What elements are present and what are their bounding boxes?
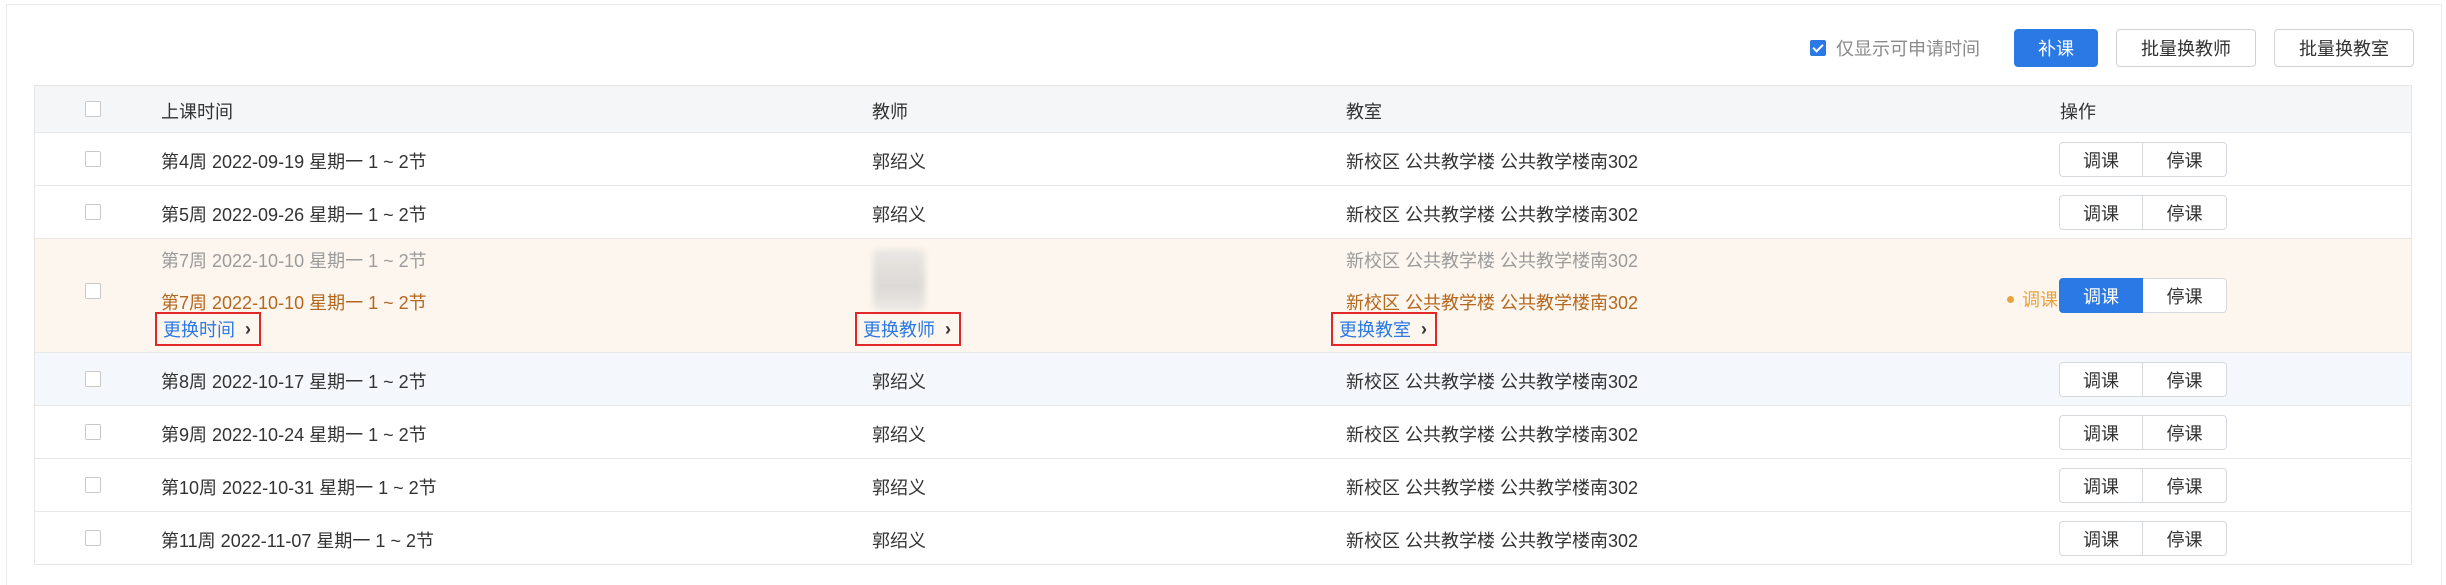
stop-class-button[interactable]: 停课 [2143, 278, 2227, 313]
adjust-class-button[interactable]: 调课 [2059, 468, 2143, 503]
row-teacher: 郭绍义 [872, 425, 926, 445]
makeup-class-button[interactable]: 补课 [2014, 29, 2098, 67]
table-row: 第5周 2022-09-26 星期一 1 ~ 2节 郭绍义 新校区 公共教学楼 … [35, 185, 2411, 238]
row-room: 新校区 公共教学楼 公共教学楼南302 [1346, 425, 1639, 445]
stop-class-button[interactable]: 停课 [2143, 521, 2227, 556]
row-checkbox[interactable] [85, 283, 101, 299]
row-actions: 调课 停课 [2059, 195, 2227, 230]
row-teacher: 郭绍义 [872, 531, 926, 551]
change-time-link[interactable]: 更换时间 › [155, 312, 261, 346]
table-row: 第9周 2022-10-24 星期一 1 ~ 2节 郭绍义 新校区 公共教学楼 … [35, 405, 2411, 458]
stop-class-button[interactable]: 停课 [2143, 195, 2227, 230]
stop-class-button[interactable]: 停课 [2143, 415, 2227, 450]
row-time: 第10周 2022-10-31 星期一 1 ~ 2节 [161, 478, 437, 498]
table-row: 第10周 2022-10-31 星期一 1 ~ 2节 郭绍义 新校区 公共教学楼… [35, 458, 2411, 511]
stop-class-button[interactable]: 停课 [2143, 362, 2227, 397]
select-all-checkbox[interactable] [85, 101, 101, 117]
batch-change-teacher-button[interactable]: 批量换教师 [2116, 29, 2256, 67]
row-room: 新校区 公共教学楼 公共教学楼南302 [1346, 152, 1639, 172]
row-room: 新校区 公共教学楼 公共教学楼南302 [1346, 205, 1639, 225]
row-room: 新校区 公共教学楼 公共教学楼南302 [1346, 478, 1639, 498]
table-row: 第8周 2022-10-17 星期一 1 ~ 2节 郭绍义 新校区 公共教学楼 … [35, 352, 2411, 405]
row-teacher: 郭绍义 [872, 205, 926, 225]
status-badge: 调课 [2007, 286, 2058, 312]
status-dot-icon [2007, 295, 2014, 303]
row-time: 第4周 2022-09-19 星期一 1 ~ 2节 [161, 152, 427, 172]
row-time: 第5周 2022-09-26 星期一 1 ~ 2节 [161, 205, 427, 225]
header-teacher: 教师 [872, 102, 908, 122]
row-checkbox[interactable] [85, 424, 101, 440]
header-room: 教室 [1346, 102, 1382, 122]
row-time: 第8周 2022-10-17 星期一 1 ~ 2节 [161, 372, 427, 392]
adjust-class-button[interactable]: 调课 [2059, 521, 2143, 556]
row-time: 第9周 2022-10-24 星期一 1 ~ 2节 [161, 425, 427, 445]
batch-change-room-button[interactable]: 批量换教室 [2274, 29, 2414, 67]
row-room: 新校区 公共教学楼 公共教学楼南302 [1346, 372, 1639, 392]
chevron-right-icon: › [1421, 318, 1427, 339]
row-teacher: 郭绍义 [872, 478, 926, 498]
header-operation: 操作 [2060, 102, 2096, 122]
adjusted-row: 第7周 2022-10-10 星期一 1 ~ 2节 第7周 2022-10-10… [35, 238, 2411, 352]
row-actions: 调课 停课 [2059, 468, 2227, 503]
row-actions: 调课 停课 [2059, 521, 2227, 556]
chevron-right-icon: › [945, 318, 951, 339]
adjust-class-button[interactable]: 调课 [2059, 142, 2143, 177]
only-applicable-toggle[interactable]: 仅显示可申请时间 [1810, 35, 1980, 61]
status-text: 调课 [2022, 290, 2058, 310]
table-row: 第11周 2022-11-07 星期一 1 ~ 2节 郭绍义 新校区 公共教学楼… [35, 511, 2411, 564]
change-teacher-link[interactable]: 更换教师 › [855, 312, 961, 346]
row-room: 新校区 公共教学楼 公共教学楼南302 [1346, 531, 1639, 551]
row-checkbox[interactable] [85, 151, 101, 167]
change-time-label: 更换时间 [163, 320, 235, 340]
header-time: 上课时间 [161, 102, 233, 122]
change-room-label: 更换教室 [1339, 320, 1411, 340]
row-teacher: 郭绍义 [872, 372, 926, 392]
toolbar: 仅显示可申请时间 补课 批量换教师 批量换教室 [1810, 28, 2414, 68]
only-applicable-label: 仅显示可申请时间 [1836, 39, 1980, 59]
only-applicable-checkbox[interactable] [1810, 40, 1826, 56]
row-teacher: 郭绍义 [872, 152, 926, 172]
table-header: 上课时间 教师 教室 操作 [35, 86, 2411, 132]
adjust-class-button[interactable]: 调课 [2059, 415, 2143, 450]
row-checkbox[interactable] [85, 530, 101, 546]
row-checkbox[interactable] [85, 371, 101, 387]
row-time: 第11周 2022-11-07 星期一 1 ~ 2节 [161, 531, 434, 551]
adjust-class-button[interactable]: 调课 [2059, 362, 2143, 397]
row-checkbox[interactable] [85, 477, 101, 493]
adjust-class-button[interactable]: 调课 [2059, 278, 2143, 313]
change-room-link[interactable]: 更换教室 › [1331, 312, 1437, 346]
stop-class-button[interactable]: 停课 [2143, 468, 2227, 503]
row-actions: 调课 停课 [2059, 142, 2227, 177]
original-time: 第7周 2022-10-10 星期一 1 ~ 2节 [161, 251, 427, 271]
original-room: 新校区 公共教学楼 公共教学楼南302 [1346, 251, 1639, 271]
adjust-class-button[interactable]: 调课 [2059, 195, 2143, 230]
blurred-teacher-avatar [873, 249, 925, 311]
schedule-table: 上课时间 教师 教室 操作 第4周 2022-09-19 星期一 1 ~ 2节 … [34, 85, 2412, 565]
row-actions: 调课 停课 [2059, 278, 2227, 313]
row-actions: 调课 停课 [2059, 362, 2227, 397]
stop-class-button[interactable]: 停课 [2143, 142, 2227, 177]
change-teacher-label: 更换教师 [863, 320, 935, 340]
chevron-right-icon: › [245, 318, 251, 339]
table-row: 第4周 2022-09-19 星期一 1 ~ 2节 郭绍义 新校区 公共教学楼 … [35, 132, 2411, 185]
row-checkbox[interactable] [85, 204, 101, 220]
row-actions: 调课 停课 [2059, 415, 2227, 450]
